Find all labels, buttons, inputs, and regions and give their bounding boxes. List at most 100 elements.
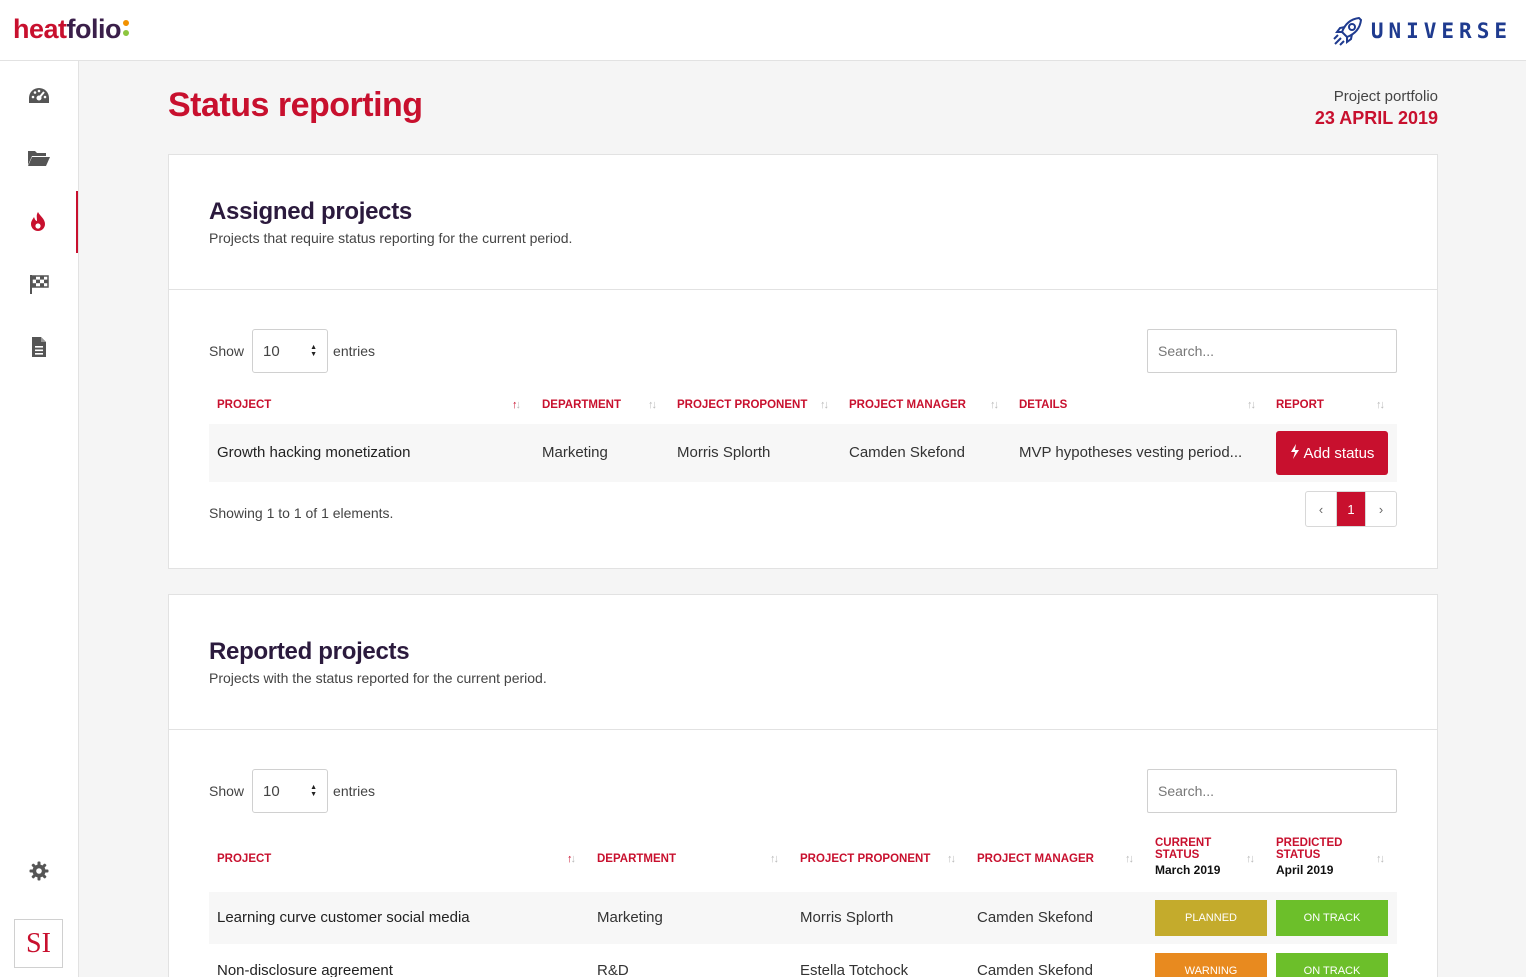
search-input[interactable]: Search...: [1147, 769, 1397, 813]
column-header-predicted-status[interactable]: PREDICTED STATUS April 2019: [1276, 837, 1342, 877]
page-size-select[interactable]: 10 ▲ ▼: [252, 329, 329, 373]
predicted-status-line1: PREDICTED: [1276, 837, 1343, 849]
sort-icon[interactable]: ↑↓: [1246, 853, 1255, 865]
column-header-manager[interactable]: PROJECT MANAGER: [849, 399, 966, 411]
page-size-value: 10: [263, 342, 280, 360]
cell-department: R&D: [597, 962, 629, 977]
sort-icon[interactable]: ↑↓: [770, 853, 779, 865]
show-label: Show: [209, 343, 245, 359]
predicted-period: April 2019: [1276, 863, 1334, 877]
reported-subtitle: Projects with the status reported for th…: [209, 670, 547, 686]
reported-title: Reported projects: [209, 638, 410, 665]
sidebar-item-settings[interactable]: [0, 840, 78, 902]
folder-icon: [27, 148, 51, 168]
cell-proponent: Morris Splorth: [800, 909, 894, 926]
pagination-next[interactable]: ›: [1366, 492, 1396, 526]
cell-department: Marketing: [542, 444, 608, 461]
status-badge-current: WARNING: [1155, 953, 1267, 977]
current-period: March 2019: [1155, 863, 1221, 877]
logo-text-heat: heat: [13, 14, 67, 44]
add-status-label: Add status: [1303, 444, 1375, 462]
sort-icon[interactable]: ↑↓: [990, 399, 999, 411]
logo-text-folio: folio: [66, 14, 122, 44]
portfolio-date: 23 APRIL 2019: [1314, 108, 1438, 128]
sort-icon[interactable]: ↑↓: [1376, 399, 1385, 411]
top-bar: heatfolio UNIVERSE: [0, 0, 1526, 61]
portfolio-info: Project portfolio 23 APRIL 2019: [1315, 88, 1438, 129]
current-status-line1: CURRENT: [1155, 837, 1212, 849]
page-size-select[interactable]: 10 ▲ ▼: [252, 769, 329, 813]
page-size-value: 10: [263, 782, 280, 800]
heatfolio-logo[interactable]: heatfolio: [13, 14, 131, 45]
rocket-icon: [1331, 14, 1365, 48]
column-header-manager[interactable]: PROJECT MANAGER: [977, 853, 1094, 865]
select-arrows-icon: ▲ ▼: [310, 344, 318, 358]
cell-proponent: Morris Splorth: [677, 444, 771, 461]
bolt-icon: [1290, 443, 1300, 463]
assigned-subtitle: Projects that require status reporting f…: [209, 230, 573, 246]
sort-icon[interactable]: ↑↓: [1247, 399, 1256, 411]
assigned-card-header: Assigned projects Projects that require …: [169, 155, 1437, 290]
sort-icon[interactable]: ↑↓: [648, 399, 657, 411]
status-badge-current: PLANNED: [1155, 900, 1267, 936]
column-header-report[interactable]: REPORT: [1276, 399, 1324, 411]
reported-projects-card: Reported projects Projects with the stat…: [168, 594, 1438, 977]
cell-department: Marketing: [597, 909, 663, 926]
avatar[interactable]: SI: [14, 919, 63, 968]
page-title: Status reporting: [168, 86, 423, 124]
cell-manager: Camden Skefond: [977, 962, 1093, 977]
column-header-department[interactable]: DEPARTMENT: [542, 399, 621, 411]
sort-icon[interactable]: ↑↓: [1125, 853, 1134, 865]
sidebar-item-status-reporting[interactable]: [0, 191, 78, 253]
cell-manager: Camden Skefond: [849, 444, 965, 461]
cell-project[interactable]: Learning curve customer social media: [217, 909, 470, 926]
logo-dots-icon: [123, 14, 131, 40]
entries-label: entries: [333, 343, 376, 359]
assigned-projects-card: Assigned projects Projects that require …: [168, 154, 1438, 569]
pagination-prev[interactable]: ‹: [1306, 492, 1336, 526]
column-header-proponent[interactable]: PROJECT PROPONENT: [800, 853, 930, 865]
column-header-details[interactable]: DETAILS: [1019, 399, 1067, 411]
column-header-proponent[interactable]: PROJECT PROPONENT: [677, 399, 807, 411]
table-row: Growth hacking monetization Marketing Mo…: [209, 424, 1397, 482]
assigned-title: Assigned projects: [209, 198, 412, 225]
sort-icon[interactable]: ↑↓: [512, 399, 521, 411]
sort-icon[interactable]: ↑↓: [1376, 853, 1385, 865]
add-status-button[interactable]: Add status: [1276, 431, 1388, 475]
cell-project[interactable]: Non-disclosure agreement: [217, 962, 393, 977]
sidebar-item-milestones[interactable]: [0, 253, 78, 315]
column-header-department[interactable]: DEPARTMENT: [597, 853, 676, 865]
sidebar-item-projects[interactable]: [0, 127, 78, 189]
entries-label: entries: [333, 783, 376, 799]
predicted-status-line2: STATUS: [1276, 849, 1321, 861]
cell-details: MVP hypotheses vesting period...: [1019, 444, 1243, 461]
column-header-project[interactable]: PROJECT: [217, 853, 271, 865]
sort-icon[interactable]: ↑↓: [820, 399, 829, 411]
sidebar-item-dashboard[interactable]: [0, 65, 78, 127]
universe-logo: UNIVERSE: [1331, 14, 1512, 48]
gear-icon: [29, 861, 49, 881]
column-header-project[interactable]: PROJECT: [217, 399, 271, 411]
cell-project[interactable]: Growth hacking monetization: [217, 444, 410, 461]
reported-length-control: Show 10 ▲ ▼ entries: [209, 769, 375, 813]
pagination: ‹ 1 ›: [1305, 491, 1397, 527]
reported-card-header: Reported projects Projects with the stat…: [169, 595, 1437, 730]
flag-icon: [28, 273, 50, 295]
column-header-current-status[interactable]: CURRENT STATUS March 2019: [1155, 837, 1220, 877]
sidebar: SI: [0, 61, 79, 977]
sidebar-item-reports[interactable]: [0, 316, 78, 378]
sort-icon[interactable]: ↑↓: [567, 853, 576, 865]
pagination-page-1[interactable]: 1: [1336, 492, 1366, 526]
current-status-line2: STATUS: [1155, 849, 1200, 861]
sort-icon[interactable]: ↑↓: [947, 853, 956, 865]
dashboard-icon: [27, 86, 51, 106]
cell-proponent: Estella Totchock: [800, 962, 909, 977]
show-label: Show: [209, 783, 245, 799]
cell-manager: Camden Skefond: [977, 909, 1093, 926]
assigned-length-control: Show 10 ▲ ▼ entries: [209, 329, 375, 373]
status-badge-predicted: ON TRACK: [1276, 953, 1388, 977]
universe-wordmark: UNIVERSE: [1370, 19, 1512, 43]
portfolio-label: Project portfolio: [1333, 88, 1438, 105]
table-info: Showing 1 to 1 of 1 elements.: [209, 505, 394, 521]
search-input[interactable]: Search...: [1147, 329, 1397, 373]
